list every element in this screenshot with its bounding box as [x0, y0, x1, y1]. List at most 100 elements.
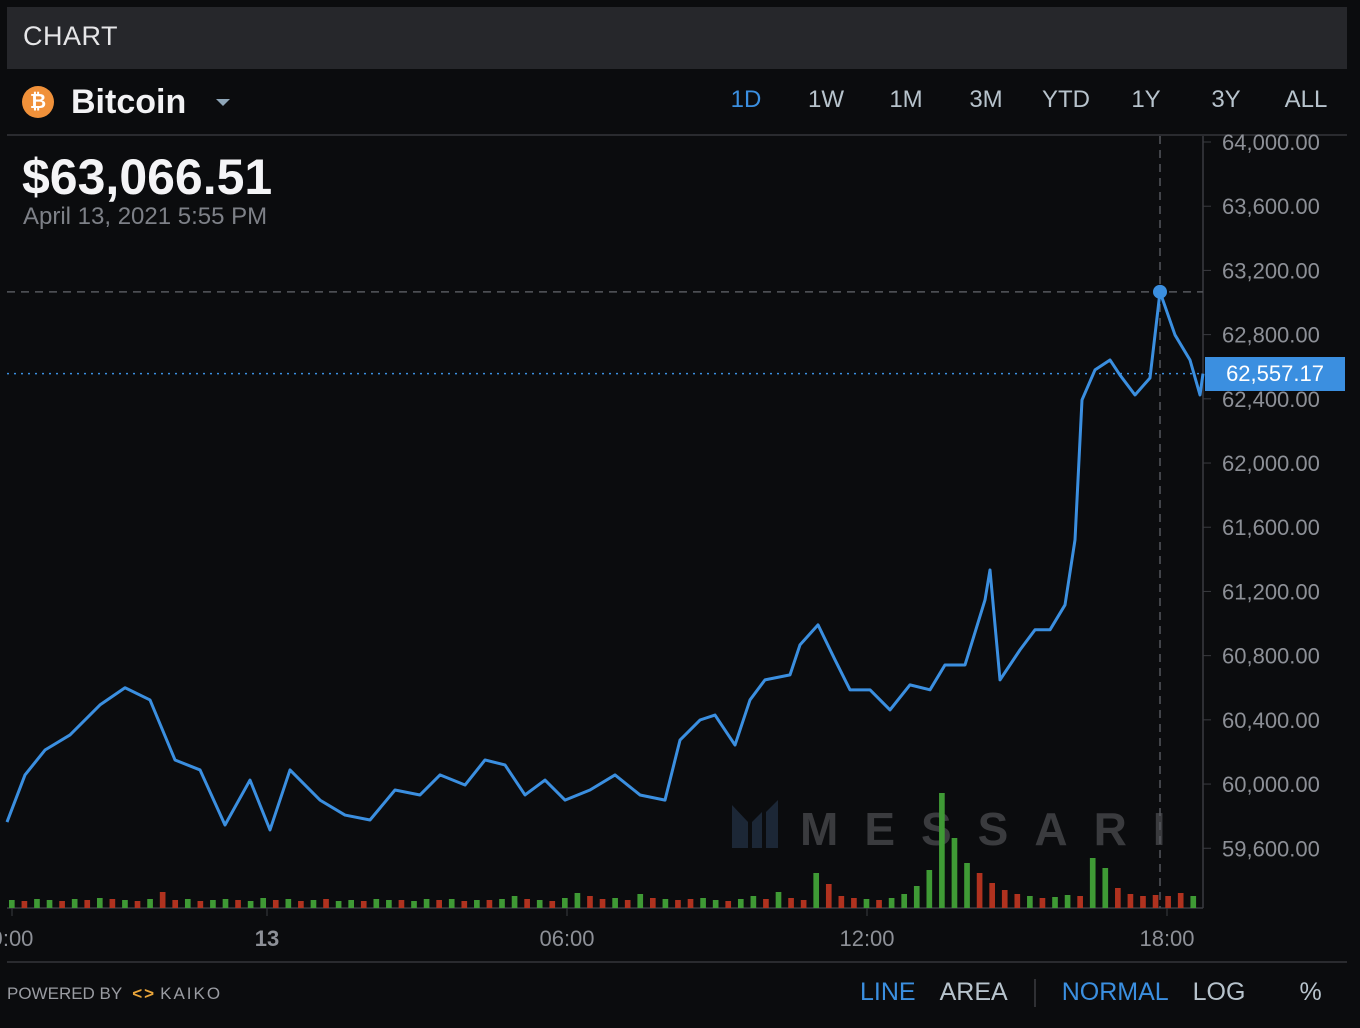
volume-bar [549, 901, 556, 908]
volume-bar [624, 900, 631, 908]
volume-bar [1039, 898, 1046, 908]
y-tick-label: 60,800.00 [1222, 644, 1320, 669]
x-tick-label: 12:00 [839, 926, 894, 951]
volume-bar [285, 899, 292, 908]
volume-bar [1140, 896, 1146, 908]
volume-bar [1190, 896, 1197, 908]
volume-bar [675, 900, 681, 908]
volume-bar [825, 884, 832, 908]
volume-bar [687, 899, 694, 908]
volume-bar [373, 899, 380, 908]
y-tick-label: 59,600.00 [1222, 836, 1320, 861]
y-tick-label: 61,200.00 [1222, 579, 1320, 604]
current-price-label: 62,557.17 [1205, 356, 1345, 391]
volume-bar [1077, 896, 1083, 908]
volume-bar [247, 901, 254, 908]
kaiko-logo[interactable]: <> KAIKO [132, 984, 222, 1004]
volume-bar [649, 898, 656, 908]
scale-normal[interactable]: NORMAL [1062, 978, 1169, 1007]
volume-bar [84, 900, 91, 908]
divider [1033, 978, 1036, 1007]
hover-point [1153, 284, 1167, 299]
volume-bar [989, 883, 995, 908]
volume-bar [637, 894, 644, 908]
scale-percent[interactable]: % [1299, 978, 1321, 1007]
kaiko-name: KAIKO [160, 984, 223, 1003]
volume-bar [21, 901, 28, 908]
volume-bar [1052, 897, 1058, 908]
volume-bar [423, 899, 430, 908]
volume-bar [574, 893, 581, 908]
volume-bar [184, 899, 191, 908]
messari-watermark: MESSARI [732, 800, 1166, 855]
volume-bar [1089, 858, 1096, 908]
volume-bar [222, 899, 229, 908]
volume-bar [34, 899, 40, 908]
volume-bar [939, 793, 945, 908]
volume-bar [499, 899, 505, 908]
volume-bar [1165, 896, 1171, 908]
volume-bar [800, 900, 807, 908]
volume-bar [964, 863, 970, 908]
volume-bar [436, 900, 442, 908]
volume-bar [612, 898, 618, 908]
volume-bar [1127, 894, 1134, 908]
chart-mode-toggles: LINE AREA NORMAL LOG % [860, 978, 1322, 1007]
volume-bar [298, 901, 304, 908]
volume-bar [901, 894, 908, 908]
volume-bar [172, 900, 179, 908]
volume-bar [109, 899, 116, 908]
y-tick-label: 60,400.00 [1222, 708, 1320, 733]
volume-bar [411, 901, 417, 908]
x-tick-label: 13 [255, 926, 279, 951]
volume-bar [951, 838, 958, 908]
volume-bar [461, 901, 468, 908]
volume-bar [1177, 893, 1184, 908]
volume-bar [599, 899, 606, 908]
y-tick-label: 60,000.00 [1222, 772, 1320, 797]
volume-bar [524, 899, 530, 908]
volume-bar [46, 900, 53, 908]
volume-bar [272, 900, 279, 908]
volume-bar [398, 900, 405, 908]
chart-type-line[interactable]: LINE [860, 978, 916, 1007]
volume-bar [96, 898, 103, 908]
scale-log[interactable]: LOG [1193, 978, 1246, 1007]
volume-bar [210, 900, 216, 908]
volume-bar [147, 899, 153, 908]
volume-bar [1152, 895, 1159, 908]
volume-bar [838, 896, 845, 908]
volume-bar [725, 901, 732, 908]
volume-bar [775, 892, 782, 908]
volume-bar [1115, 888, 1121, 908]
volume-bar [662, 899, 669, 908]
volume-bar [134, 901, 141, 908]
y-tick-label: 61,600.00 [1222, 515, 1320, 540]
powered-by-label: POWERED BY [7, 984, 123, 1003]
volume-bar [511, 896, 518, 908]
y-tick-label: 62,800.00 [1222, 323, 1320, 348]
volume-bar [448, 899, 455, 908]
volume-bar [926, 870, 933, 908]
volume-bar [335, 901, 342, 908]
volume-bar [562, 898, 568, 908]
volume-bar [1027, 896, 1033, 908]
powered-by: POWERED BY <> KAIKO [7, 984, 222, 1004]
x-tick-label: 18:00 [1139, 926, 1194, 951]
volume-bar [260, 898, 267, 908]
x-tick-label: 9:00 [0, 926, 33, 951]
volume-bar [235, 900, 241, 908]
chart-type-area[interactable]: AREA [940, 978, 1008, 1007]
y-tick-label: 64,000.00 [1222, 130, 1320, 155]
volume-bar [1064, 895, 1071, 908]
volume-bar [863, 899, 870, 908]
messari-logo-icon [732, 800, 778, 848]
volume-bar [788, 898, 794, 908]
volume-bar [1102, 868, 1109, 908]
volume-bar [750, 896, 757, 908]
price-chart[interactable]: MESSARI 64,000.00 63,600.00 63,200.00 62,800… [0, 0, 1360, 960]
volume-bar [310, 900, 317, 908]
volume-bar [71, 899, 78, 908]
volume-bar [360, 901, 367, 908]
x-tick-label: 06:00 [539, 926, 594, 951]
